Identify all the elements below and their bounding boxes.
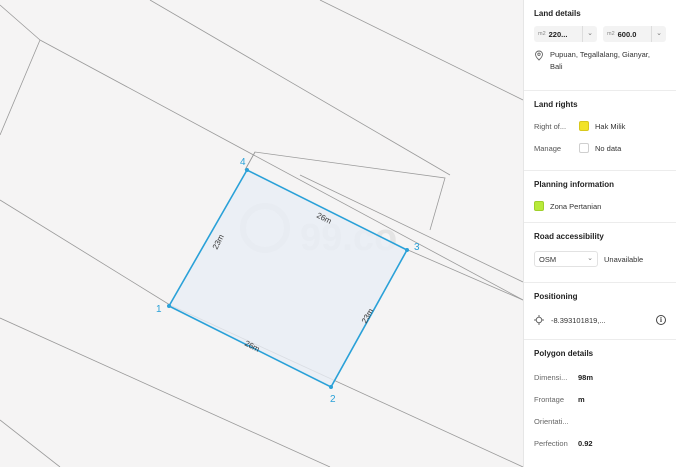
zone-row: Zona Pertanian [534, 201, 666, 211]
planning-title: Planning information [534, 180, 614, 189]
perfection-value: 0.92 [578, 438, 593, 448]
orientation-label: Orientati... [534, 416, 569, 426]
app-root: 99.co 1 2 3 4 23m 26m 23m 26m [0, 0, 676, 467]
orientation-row: Orientati... [534, 410, 666, 432]
vertex-3[interactable] [405, 248, 409, 252]
manage-row: Manage No data [534, 143, 666, 153]
land-polygon[interactable] [167, 168, 409, 389]
frontage-row: Frontage m [534, 388, 666, 410]
right-of-swatch [579, 121, 589, 131]
section-land-details: Land details m2 220... ⌄ m2 600.0 ⌄ Pupu… [524, 0, 676, 91]
vertex-1[interactable] [167, 304, 171, 308]
chevron-down-icon: ⌄ [582, 26, 593, 42]
perfection-label: Perfection [534, 438, 568, 448]
right-of-row: Right of... Hak Milik [534, 121, 666, 131]
details-panel: Land details m2 220... ⌄ m2 600.0 ⌄ Pupu… [523, 0, 676, 467]
land-details-title: Land details [534, 9, 581, 18]
positioning-title: Positioning [534, 292, 578, 301]
manage-swatch [579, 143, 589, 153]
vertex-4[interactable] [245, 168, 249, 172]
zone-swatch [534, 201, 544, 211]
section-planning: Planning information Zona Pertanian [524, 171, 676, 223]
land-area-select[interactable]: m2 600.0 ⌄ [603, 26, 666, 42]
dimension-row: Dimensi... 98m [534, 366, 666, 388]
map-svg[interactable]: 99.co 1 2 3 4 23m 26m 23m 26m [0, 0, 523, 467]
vertex-label-4: 4 [240, 157, 246, 168]
vertex-label-1: 1 [156, 304, 162, 315]
vertex-label-3: 3 [414, 242, 420, 253]
land-unit: m2 [607, 31, 615, 37]
dimension-value: 98m [578, 372, 594, 382]
frontage-label: Frontage [534, 394, 565, 404]
land-rights-title: Land rights [534, 100, 578, 109]
right-of-value: Hak Milik [595, 121, 626, 131]
building-unit: m2 [538, 31, 546, 37]
section-road: Road accessibility OSM ⌄ Unavailable [524, 223, 676, 283]
frontage-value: m [578, 394, 585, 404]
land-value: 600.0 [617, 29, 637, 39]
manage-label: Manage [534, 143, 562, 153]
dimension-label: Dimensi... [534, 372, 568, 382]
road-source-value: OSM [539, 254, 557, 264]
coords-row: -8.393101819,... i [534, 315, 666, 325]
section-polygon-details: Polygon details Dimensi... 98m Frontage … [524, 340, 676, 454]
road-title: Road accessibility [534, 232, 604, 241]
vertex-label-2: 2 [330, 394, 336, 405]
perfection-row: Perfection 0.92 [534, 432, 666, 454]
location-pin-icon [535, 50, 543, 61]
building-value: 220... [548, 29, 568, 39]
coords-value: -8.393101819,... [551, 315, 606, 325]
crosshair-icon [534, 315, 544, 325]
zone-value: Zona Pertanian [550, 201, 602, 211]
road-source-select[interactable]: OSM ⌄ [534, 251, 598, 267]
polygon-details-title: Polygon details [534, 349, 594, 358]
chevron-down-icon: ⌄ [651, 26, 662, 42]
manage-value: No data [595, 143, 622, 153]
right-of-label: Right of... [534, 121, 567, 131]
section-positioning: Positioning -8.393101819,... i [524, 283, 676, 340]
chevron-down-icon: ⌄ [587, 255, 593, 262]
info-icon[interactable]: i [656, 315, 666, 325]
map-canvas[interactable]: 99.co 1 2 3 4 23m 26m 23m 26m [0, 0, 523, 467]
road-status: Unavailable [604, 254, 644, 264]
building-area-select[interactable]: m2 220... ⌄ [534, 26, 597, 42]
location-text: Pupuan, Tegallalang, Gianyar, Bali [550, 50, 650, 71]
vertex-2[interactable] [329, 385, 333, 389]
section-land-rights: Land rights Right of... Hak Milik Manage… [524, 91, 676, 171]
